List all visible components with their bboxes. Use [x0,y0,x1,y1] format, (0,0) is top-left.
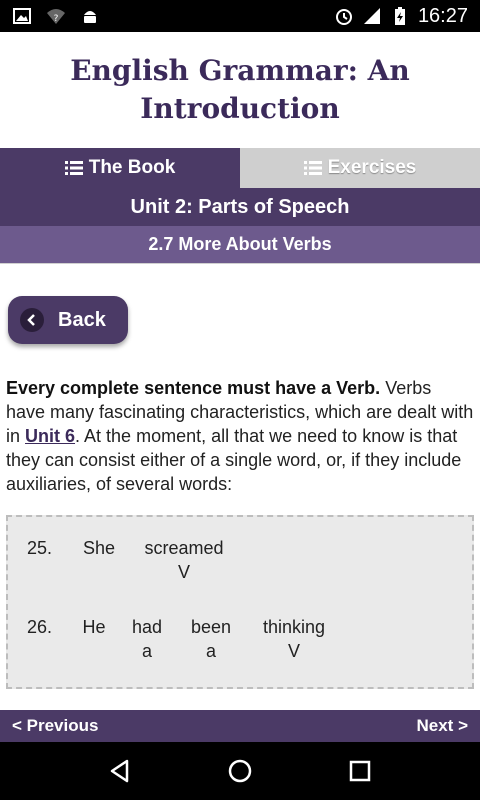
tab-bar: The Book Exercises [0,148,480,188]
next-button[interactable]: Next > [417,716,469,736]
back-triangle-icon[interactable] [107,758,133,784]
signal-icon [363,8,380,24]
wifi-question-icon: ? [47,9,65,24]
app-title: English Grammar: An Introduction [70,54,410,125]
example-tag: a [141,641,152,661]
list-icon [64,161,83,175]
battery-charging-icon [394,7,405,25]
paragraph-lead: Every complete sentence must have a Verb… [6,378,381,398]
example-word: screamed [144,538,224,558]
example-word: He [82,617,106,637]
example-number: 26. [27,617,53,637]
android-icon [84,11,96,23]
example-tag: V [177,562,190,582]
example-tag: a [205,641,216,661]
example-box: 25. She screamed V 26. He had a been a t… [6,515,474,689]
example-word: been [190,617,232,637]
recents-square-icon[interactable] [347,758,373,784]
chevron-left-icon [20,308,44,332]
example-tag: V [287,641,300,661]
unit-title: Unit 2: Parts of Speech [0,188,480,226]
image-icon [13,8,31,24]
back-button-label: Back [58,308,106,331]
example-number: 25. [27,538,53,558]
svg-text:?: ? [54,14,59,24]
page-nav-bar: < Previous Next > [0,710,480,742]
tab-exercises[interactable]: Exercises [240,148,480,188]
status-time: 16:27 [417,4,468,27]
title-area: English Grammar: An Introduction [0,32,480,148]
tab-the-book[interactable]: The Book [0,148,240,188]
status-bar: ? 16:27 [0,0,480,32]
example-word: thinking [262,617,326,637]
home-circle-icon[interactable] [227,758,253,784]
unit-6-link[interactable]: Unit 6 [25,426,75,446]
example-word: She [82,538,116,558]
tab-label: The Book [88,157,176,178]
back-button[interactable]: Back [8,296,128,344]
example-word: had [131,617,163,637]
list-icon [303,161,322,175]
system-nav-bar [0,742,480,800]
section-title: 2.7 More About Verbs [0,226,480,264]
paragraph-text: . At the moment, all that we need to kno… [6,426,462,494]
body-paragraph: Every complete sentence must have a Verb… [6,376,474,496]
alarm-icon [335,9,352,25]
tab-label: Exercises [327,157,417,178]
previous-button[interactable]: < Previous [12,716,98,736]
